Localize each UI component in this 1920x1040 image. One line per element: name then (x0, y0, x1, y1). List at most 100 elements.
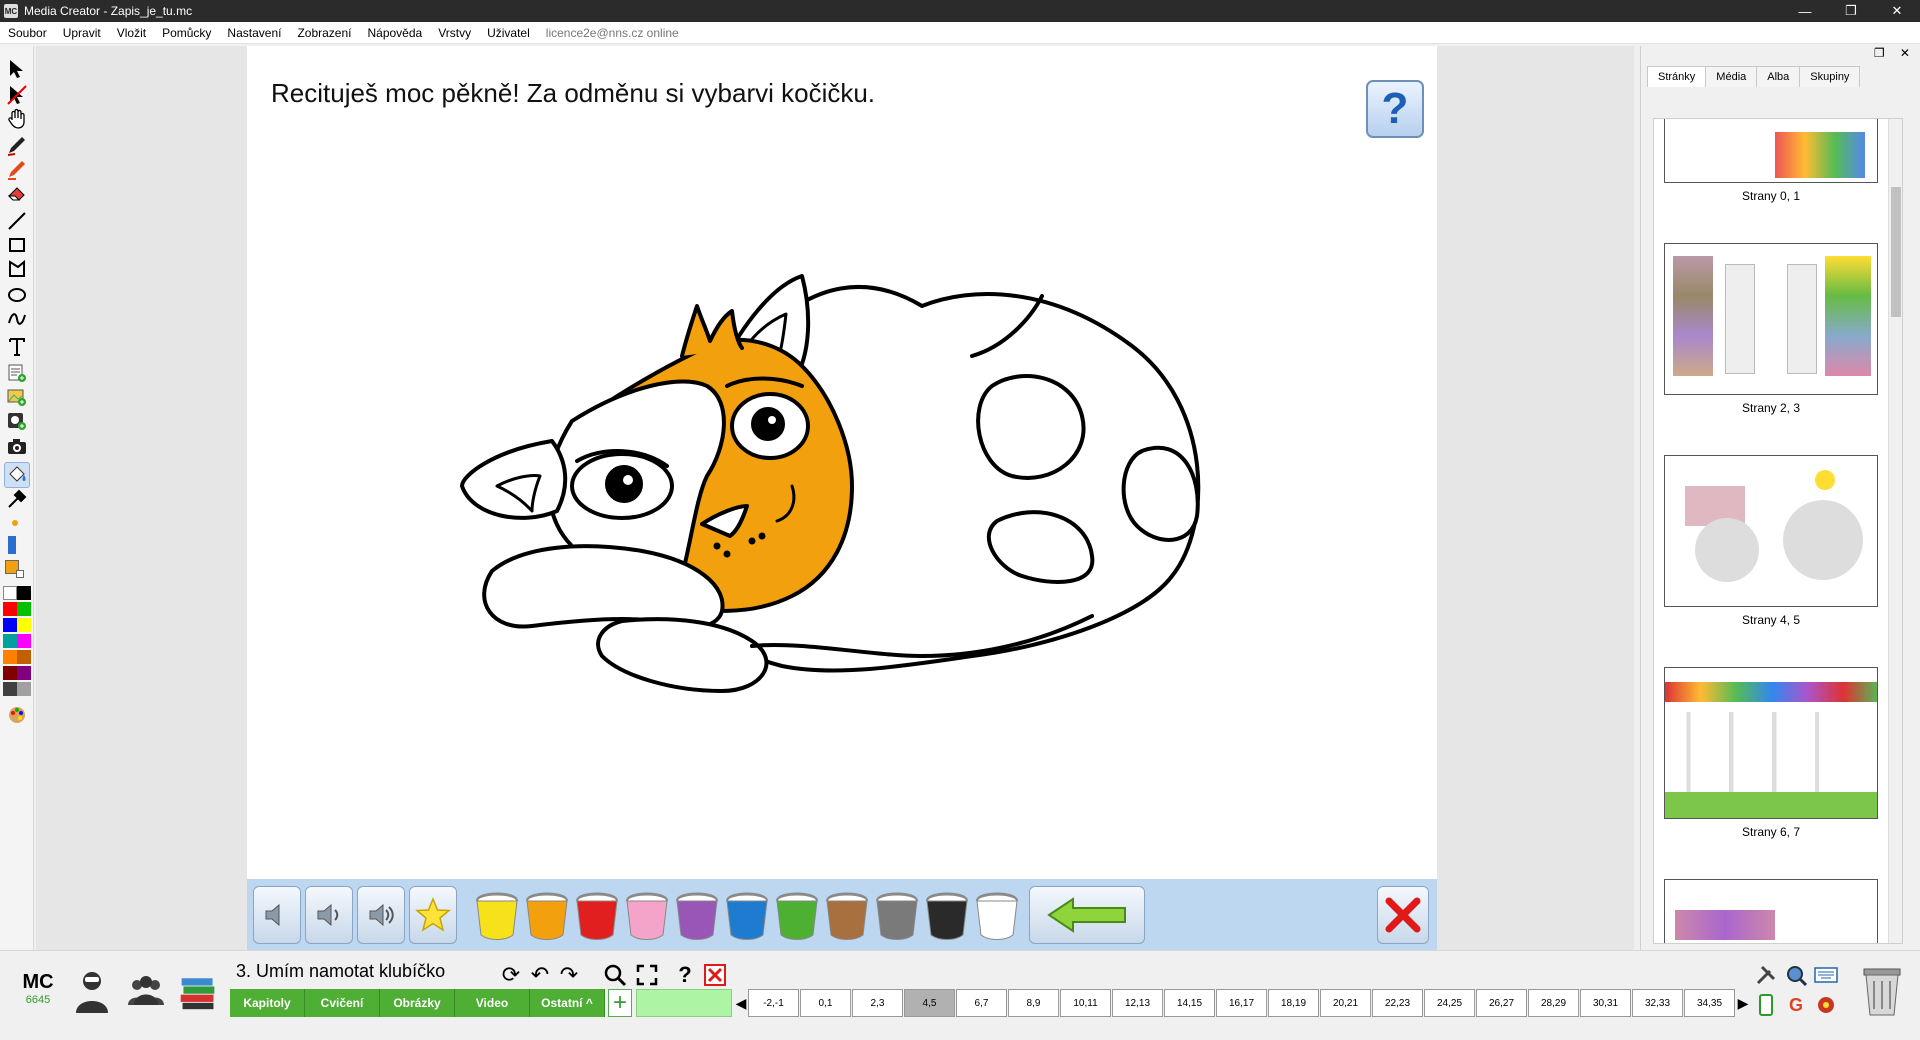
canvas-page[interactable]: Recituješ moc pěkně! Za odměnu si vybarv… (247, 46, 1437, 879)
zoom-icon[interactable] (602, 963, 628, 987)
page-button[interactable]: -2,-1 (748, 989, 799, 1017)
media-icon[interactable] (1814, 993, 1838, 1017)
line-icon[interactable] (4, 208, 30, 234)
tablet-icon[interactable] (1754, 993, 1778, 1017)
color-swatch-black[interactable] (17, 586, 31, 600)
menu-pomucky[interactable]: Pomůcky (154, 26, 219, 40)
color-swatch-maroon[interactable] (3, 666, 17, 680)
cat-coloring-image[interactable] (452, 236, 1212, 726)
page-button[interactable]: 26,27 (1476, 989, 1527, 1017)
bucket-red-icon[interactable] (569, 887, 625, 943)
color-swatch-red[interactable] (3, 602, 17, 616)
tab-ostatni[interactable]: Ostatní ^ (530, 989, 605, 1017)
add-media-icon[interactable] (4, 408, 30, 434)
select-arrow-icon[interactable] (4, 56, 30, 82)
trash-icon[interactable] (1860, 963, 1904, 1019)
brush-size-small[interactable] (12, 520, 18, 526)
page-button[interactable]: 8,9 (1008, 989, 1059, 1017)
hand-icon[interactable] (4, 106, 30, 132)
panel-controls[interactable]: ❐ ✕ (1874, 46, 1916, 60)
page-button-active[interactable]: 4,5 (904, 989, 955, 1017)
page-button[interactable]: 32,33 (1632, 989, 1683, 1017)
minimize-button[interactable]: — (1782, 0, 1828, 22)
user-icon[interactable] (72, 967, 112, 1015)
color-swatch-dark-gray[interactable] (3, 682, 17, 696)
bucket-blue-icon[interactable] (719, 887, 775, 943)
rectangle-icon[interactable] (4, 232, 30, 258)
close-window-button[interactable]: ✕ (1874, 0, 1920, 22)
bucket-yellow-icon[interactable] (469, 887, 525, 943)
add-button[interactable]: + (608, 989, 632, 1017)
books-icon[interactable] (178, 967, 218, 1015)
page-thumbnail-6-7[interactable] (1664, 667, 1878, 819)
add-note-icon[interactable] (4, 360, 30, 386)
secondary-color[interactable] (16, 570, 24, 578)
tab-obrazky[interactable]: Obrázky (380, 989, 455, 1017)
redo-icon[interactable]: ↷ (556, 962, 582, 987)
bucket-brown-icon[interactable] (819, 887, 875, 943)
tab-media[interactable]: Média (1705, 66, 1758, 87)
next-page-icon[interactable]: ▶ (1736, 995, 1750, 1012)
color-swatch-orange[interactable] (3, 650, 17, 664)
tab-cviceni[interactable]: Cvičení (305, 989, 380, 1017)
menu-upravit[interactable]: Upravit (55, 26, 109, 40)
no-color-swatch[interactable] (3, 586, 17, 600)
tab-skupiny[interactable]: Skupiny (1799, 66, 1861, 87)
polygon-icon[interactable] (4, 256, 30, 282)
page-button[interactable]: 2,3 (852, 989, 903, 1017)
mc-logo[interactable]: MC 6645 (18, 971, 58, 1006)
thumbnail-scrollbar[interactable] (1888, 119, 1902, 943)
tools-icon[interactable] (1754, 963, 1778, 987)
eraser-icon[interactable] (4, 180, 30, 206)
page-button[interactable]: 28,29 (1528, 989, 1579, 1017)
prev-page-icon[interactable]: ◀ (734, 995, 748, 1012)
speaker-medium-icon[interactable] (305, 886, 353, 944)
close-x-icon[interactable] (1377, 886, 1429, 944)
fill-bucket-icon[interactable] (4, 462, 30, 488)
speaker-quiet-icon[interactable] (253, 886, 301, 944)
page-button[interactable]: 0,1 (800, 989, 851, 1017)
color-swatch-gray[interactable] (17, 682, 31, 696)
tab-alba[interactable]: Alba (1756, 66, 1801, 87)
tab-kapitoly[interactable]: Kapitoly (230, 989, 305, 1017)
page-thumbnail-8-9[interactable] (1664, 879, 1878, 943)
menu-napoveda[interactable]: Nápověda (359, 26, 430, 40)
help-question-icon[interactable]: ? (1366, 80, 1424, 138)
color-swatch-blue[interactable] (3, 618, 17, 632)
rotate-icon[interactable]: ⟳ (498, 962, 524, 987)
color-swatch-magenta[interactable] (17, 634, 31, 648)
bucket-gray-icon[interactable] (869, 887, 925, 943)
fullscreen-icon[interactable] (634, 963, 660, 987)
eyedropper-icon[interactable] (4, 486, 30, 512)
help-icon[interactable]: ? (672, 962, 698, 987)
page-thumbnail-4-5[interactable] (1664, 455, 1878, 607)
marker-icon[interactable] (4, 156, 30, 182)
keyboard-icon[interactable] (1814, 963, 1838, 987)
menu-uzivatel[interactable]: Uživatel (479, 26, 538, 40)
bucket-black-icon[interactable] (919, 887, 975, 943)
delete-icon[interactable] (702, 963, 728, 987)
star-icon[interactable] (409, 886, 457, 944)
page-button[interactable]: 12,13 (1112, 989, 1163, 1017)
bucket-purple-icon[interactable] (669, 887, 725, 943)
page-thumbnail-0-1[interactable] (1664, 119, 1878, 183)
maximize-button[interactable]: ❐ (1828, 0, 1874, 22)
menu-nastaveni[interactable]: Nastavení (219, 26, 289, 40)
pen-icon[interactable] (4, 132, 30, 158)
menu-soubor[interactable]: Soubor (0, 26, 55, 40)
color-swatch-brown[interactable] (17, 650, 31, 664)
page-button[interactable]: 30,31 (1580, 989, 1631, 1017)
deselect-icon[interactable] (4, 82, 30, 108)
search-globe-icon[interactable] (1784, 963, 1808, 987)
scrollbar-thumb[interactable] (1891, 187, 1901, 317)
bucket-pink-icon[interactable] (619, 887, 675, 943)
brush-size-large[interactable] (8, 536, 16, 554)
color-swatch-yellow[interactable] (17, 618, 31, 632)
color-swatch-green[interactable] (17, 602, 31, 616)
page-button[interactable]: 20,21 (1320, 989, 1371, 1017)
back-arrow-icon[interactable] (1029, 886, 1145, 944)
page-button[interactable]: 34,35 (1684, 989, 1735, 1017)
tab-video[interactable]: Video (455, 989, 530, 1017)
curve-icon[interactable] (4, 306, 30, 332)
undo-icon[interactable]: ↶ (527, 962, 553, 987)
